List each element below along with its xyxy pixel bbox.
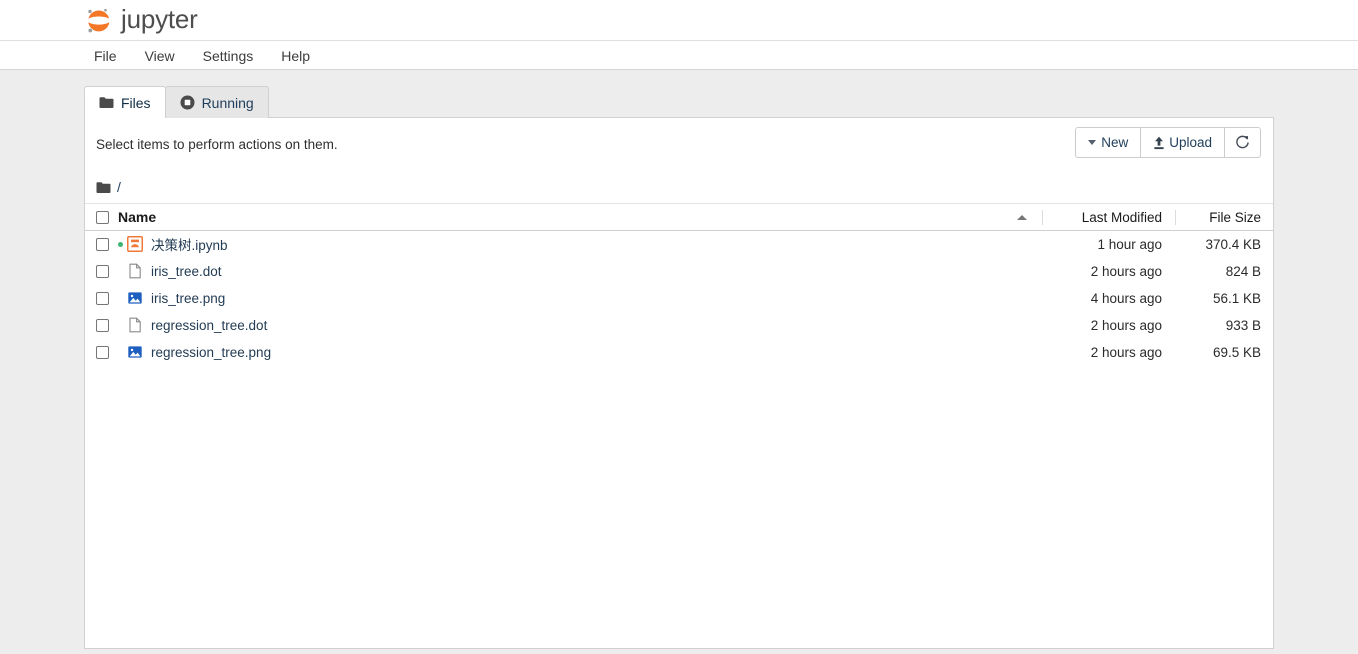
tab-files-label: Files — [121, 94, 151, 111]
file-link[interactable]: regression_tree.dot — [151, 318, 267, 333]
upload-button[interactable]: Upload — [1140, 127, 1225, 158]
jupyter-logo-icon — [88, 8, 110, 32]
table-row[interactable]: iris_tree.dot 2 hours ago 824 B — [85, 258, 1273, 285]
file-toolbar: New Upload — [1075, 127, 1261, 158]
row-last-modified: 2 hours ago — [1090, 344, 1162, 360]
running-indicator-placeholder — [118, 350, 123, 355]
image-icon — [127, 344, 143, 360]
upload-icon — [1153, 136, 1165, 150]
row-last-modified: 1 hour ago — [1097, 236, 1162, 252]
menu-item-settings[interactable]: Settings — [189, 41, 268, 70]
file-icon — [127, 263, 143, 279]
row-checkbox[interactable] — [96, 237, 109, 251]
refresh-button[interactable] — [1224, 127, 1261, 158]
tab-bar: Files Running — [84, 86, 269, 118]
new-button-label: New — [1101, 135, 1129, 150]
file-link[interactable]: regression_tree.png — [151, 345, 271, 360]
tab-running-label: Running — [201, 94, 254, 111]
row-last-modified: 2 hours ago — [1090, 263, 1162, 279]
file-link[interactable]: iris_tree.png — [151, 291, 225, 306]
chevron-down-icon — [1088, 140, 1097, 145]
upload-button-label: Upload — [1169, 135, 1212, 150]
row-checkbox[interactable] — [96, 318, 109, 332]
column-header-name[interactable]: Name — [118, 209, 156, 225]
row-file-size: 824 B — [1225, 263, 1261, 279]
menu-item-help[interactable]: Help — [267, 41, 324, 70]
file-browser-panel: Select items to perform actions on them.… — [84, 117, 1274, 649]
sort-indicator[interactable] — [1002, 214, 1042, 220]
file-link[interactable]: 决策树.ipynb — [151, 234, 228, 254]
row-last-modified: 4 hours ago — [1090, 290, 1162, 306]
folder-icon[interactable] — [96, 181, 111, 194]
column-header-file-size[interactable]: File Size — [1175, 209, 1261, 225]
file-table: Name Last Modified File Size 决策树.ipynb 1… — [85, 203, 1273, 366]
running-indicator-dot — [118, 241, 123, 247]
panel-toolbar-row: Select items to perform actions on them.… — [85, 118, 1273, 171]
app-header: jupyter — [0, 0, 1358, 41]
folder-icon — [99, 96, 114, 109]
table-row[interactable]: regression_tree.dot 2 hours ago 933 B — [85, 312, 1273, 339]
table-row[interactable]: 决策树.ipynb 1 hour ago 370.4 KB — [85, 231, 1273, 258]
column-header-last-modified[interactable]: Last Modified — [1042, 209, 1175, 225]
breadcrumb-path[interactable]: / — [117, 179, 121, 195]
table-header-row: Name Last Modified File Size — [85, 203, 1273, 231]
menu-bar: File View Settings Help — [0, 41, 1358, 70]
file-icon — [127, 317, 143, 333]
row-file-size: 69.5 KB — [1212, 344, 1261, 360]
sort-asc-icon — [1017, 214, 1027, 220]
row-file-size: 370.4 KB — [1205, 236, 1261, 252]
jupyter-logo[interactable]: jupyter — [84, 0, 198, 41]
row-checkbox[interactable] — [96, 264, 109, 278]
table-row[interactable]: regression_tree.png 2 hours ago 69.5 KB — [85, 339, 1273, 366]
notebook-icon — [127, 236, 143, 252]
image-icon — [127, 290, 143, 306]
running-indicator-placeholder — [118, 296, 123, 301]
refresh-icon — [1235, 135, 1250, 150]
menu-item-view[interactable]: View — [131, 41, 189, 70]
jupyter-logo-text: jupyter — [121, 4, 198, 34]
select-all-checkbox[interactable] — [96, 210, 109, 224]
stop-circle-icon — [180, 95, 195, 110]
row-checkbox[interactable] — [96, 291, 109, 305]
menu-item-file[interactable]: File — [84, 41, 131, 70]
running-indicator-placeholder — [118, 269, 123, 274]
running-indicator-placeholder — [118, 323, 123, 328]
tab-files[interactable]: Files — [84, 86, 166, 118]
row-checkbox[interactable] — [96, 345, 109, 359]
row-file-size: 56.1 KB — [1212, 290, 1261, 306]
select-items-hint: Select items to perform actions on them. — [96, 137, 338, 152]
breadcrumb: / — [96, 179, 121, 195]
file-link[interactable]: iris_tree.dot — [151, 264, 222, 279]
new-button[interactable]: New — [1075, 127, 1142, 158]
table-row[interactable]: iris_tree.png 4 hours ago 56.1 KB — [85, 285, 1273, 312]
tab-running[interactable]: Running — [164, 86, 269, 118]
row-last-modified: 2 hours ago — [1090, 317, 1162, 333]
row-file-size: 933 B — [1225, 317, 1261, 333]
